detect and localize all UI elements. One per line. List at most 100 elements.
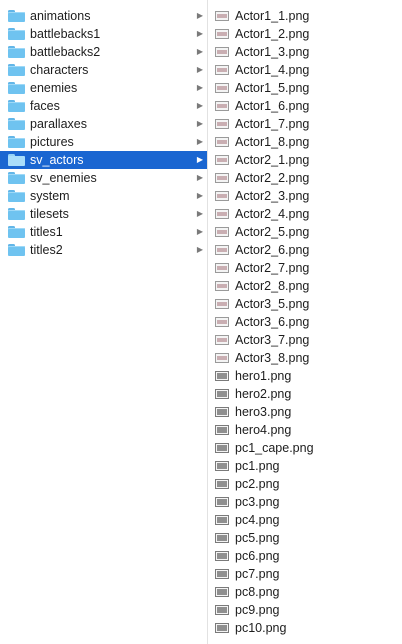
- file-item[interactable]: Actor2_7.png: [208, 259, 402, 277]
- folder-item-characters[interactable]: characters ▶: [0, 61, 207, 79]
- file-item[interactable]: Actor2_1.png: [208, 151, 402, 169]
- file-item[interactable]: hero1.png: [208, 367, 402, 385]
- file-label: pc4.png: [235, 513, 280, 527]
- file-item[interactable]: pc5.png: [208, 529, 402, 547]
- file-item[interactable]: hero3.png: [208, 403, 402, 421]
- file-label: Actor2_5.png: [235, 225, 310, 239]
- file-label: Actor3_5.png: [235, 297, 310, 311]
- file-item[interactable]: pc10.png: [208, 619, 402, 637]
- folder-item-battlebacks2[interactable]: battlebacks2 ▶: [0, 43, 207, 61]
- folder-label: animations: [30, 9, 91, 23]
- file-item[interactable]: pc1_cape.png: [208, 439, 402, 457]
- file-label: Actor3_8.png: [235, 351, 310, 365]
- image-file-icon: [215, 227, 229, 237]
- image-file-icon: [215, 263, 229, 273]
- file-item[interactable]: Actor1_8.png: [208, 133, 402, 151]
- folder-item-sv-enemies[interactable]: sv_enemies ▶: [0, 169, 207, 187]
- image-file-dark-icon: [215, 605, 229, 615]
- image-file-icon: [215, 11, 229, 21]
- file-column[interactable]: Actor1_1.png Actor1_2.png Actor1_3.png Acto…: [208, 0, 402, 644]
- image-file-icon: [215, 101, 229, 111]
- folder-item-sv-actors[interactable]: sv_actors ▶: [0, 151, 207, 169]
- file-label: Actor2_7.png: [235, 261, 310, 275]
- file-label: Actor3_7.png: [235, 333, 310, 347]
- image-file-icon: [215, 65, 229, 75]
- folder-item-animations[interactable]: animations ▶: [0, 7, 207, 25]
- file-label: Actor3_6.png: [235, 315, 310, 329]
- file-label: pc1_cape.png: [235, 441, 314, 455]
- file-item[interactable]: Actor1_2.png: [208, 25, 402, 43]
- image-file-icon: [215, 155, 229, 165]
- file-item[interactable]: Actor2_5.png: [208, 223, 402, 241]
- folder-item-parallaxes[interactable]: parallaxes ▶: [0, 115, 207, 133]
- file-item[interactable]: Actor2_4.png: [208, 205, 402, 223]
- folder-item-enemies[interactable]: enemies ▶: [0, 79, 207, 97]
- file-label: Actor1_8.png: [235, 135, 310, 149]
- file-item[interactable]: Actor3_6.png: [208, 313, 402, 331]
- file-item[interactable]: Actor1_5.png: [208, 79, 402, 97]
- image-file-icon: [215, 245, 229, 255]
- file-item[interactable]: pc3.png: [208, 493, 402, 511]
- image-file-dark-icon: [215, 587, 229, 597]
- file-item[interactable]: pc4.png: [208, 511, 402, 529]
- file-item[interactable]: Actor2_8.png: [208, 277, 402, 295]
- folder-icon: [8, 172, 25, 184]
- folder-icon: [8, 136, 25, 148]
- file-item[interactable]: Actor3_7.png: [208, 331, 402, 349]
- file-item[interactable]: Actor2_3.png: [208, 187, 402, 205]
- file-item[interactable]: pc1.png: [208, 457, 402, 475]
- folder-icon: [8, 154, 25, 166]
- file-label: pc6.png: [235, 549, 280, 563]
- file-item[interactable]: pc7.png: [208, 565, 402, 583]
- file-item[interactable]: Actor3_8.png: [208, 349, 402, 367]
- folder-label: sv_actors: [30, 153, 84, 167]
- file-label: pc5.png: [235, 531, 280, 545]
- image-file-dark-icon: [215, 371, 229, 381]
- image-file-dark-icon: [215, 551, 229, 561]
- file-label: Actor2_8.png: [235, 279, 310, 293]
- file-label: hero2.png: [235, 387, 292, 401]
- file-item[interactable]: Actor1_6.png: [208, 97, 402, 115]
- file-label: Actor1_7.png: [235, 117, 310, 131]
- file-item[interactable]: hero2.png: [208, 385, 402, 403]
- file-item[interactable]: Actor1_1.png: [208, 7, 402, 25]
- folder-item-system[interactable]: system ▶: [0, 187, 207, 205]
- file-label: pc10.png: [235, 621, 287, 635]
- file-item[interactable]: pc8.png: [208, 583, 402, 601]
- file-item[interactable]: Actor1_7.png: [208, 115, 402, 133]
- folder-item-pictures[interactable]: pictures ▶: [0, 133, 207, 151]
- folder-item-titles2[interactable]: titles2 ▶: [0, 241, 207, 259]
- file-item[interactable]: pc2.png: [208, 475, 402, 493]
- chevron-right-icon: ▶: [196, 209, 203, 218]
- file-item[interactable]: pc9.png: [208, 601, 402, 619]
- folder-column[interactable]: animations ▶ battlebacks1 ▶ battlebacks2 ▶ cha…: [0, 0, 208, 644]
- image-file-icon: [215, 335, 229, 345]
- file-label: hero1.png: [235, 369, 292, 383]
- file-item[interactable]: pc6.png: [208, 547, 402, 565]
- file-item[interactable]: Actor1_4.png: [208, 61, 402, 79]
- image-file-dark-icon: [215, 443, 229, 453]
- chevron-right-icon: ▶: [196, 191, 203, 200]
- chevron-right-icon: ▶: [196, 101, 203, 110]
- folder-label: titles2: [30, 243, 63, 257]
- file-item[interactable]: Actor3_5.png: [208, 295, 402, 313]
- file-item[interactable]: hero4.png: [208, 421, 402, 439]
- folder-label: battlebacks2: [30, 45, 101, 59]
- image-file-icon: [215, 29, 229, 39]
- folder-icon: [8, 10, 25, 22]
- folder-icon: [8, 82, 25, 94]
- image-file-icon: [215, 209, 229, 219]
- folder-item-tilesets[interactable]: tilesets ▶: [0, 205, 207, 223]
- file-item[interactable]: Actor2_2.png: [208, 169, 402, 187]
- chevron-right-icon: ▶: [196, 173, 203, 182]
- file-label: pc3.png: [235, 495, 280, 509]
- file-item[interactable]: Actor2_6.png: [208, 241, 402, 259]
- folder-item-battlebacks1[interactable]: battlebacks1 ▶: [0, 25, 207, 43]
- chevron-right-icon: ▶: [196, 137, 203, 146]
- file-label: Actor2_4.png: [235, 207, 310, 221]
- file-item[interactable]: Actor1_3.png: [208, 43, 402, 61]
- chevron-right-icon: ▶: [196, 245, 203, 254]
- folder-item-titles1[interactable]: titles1 ▶: [0, 223, 207, 241]
- file-label: pc8.png: [235, 585, 280, 599]
- folder-item-faces[interactable]: faces ▶: [0, 97, 207, 115]
